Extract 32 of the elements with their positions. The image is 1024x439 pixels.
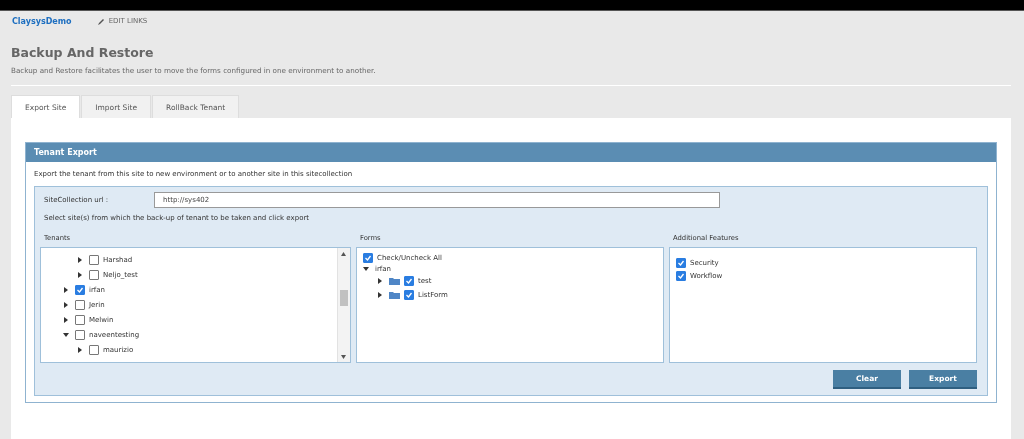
page-title: Backup And Restore [11,45,155,60]
checkbox[interactable] [363,252,373,263]
scrollbar-thumb[interactable] [340,290,348,306]
checkbox[interactable] [75,329,85,340]
collapse-arrow-icon[interactable] [63,331,69,338]
scroll-down-arrow-icon[interactable] [341,355,346,359]
checkbox[interactable] [75,314,85,325]
checkbox[interactable] [75,299,85,310]
checkbox[interactable] [404,276,414,286]
expand-arrow-icon[interactable] [77,346,83,353]
checkbox[interactable] [676,257,686,268]
pencil-icon [97,17,105,25]
checkbox[interactable] [89,269,99,280]
checkbox[interactable] [75,284,85,295]
scroll-up-arrow-icon[interactable] [341,252,346,256]
expand-arrow-icon[interactable] [377,278,383,284]
folder-icon [389,291,400,299]
expand-arrow-icon[interactable] [63,286,69,293]
site-name[interactable]: ClaysysDemo [12,16,72,26]
expand-arrow-icon[interactable] [63,301,69,308]
scrollbar-track[interactable] [337,248,350,362]
folder-icon [389,277,400,285]
expand-arrow-icon[interactable] [377,292,383,298]
checkbox[interactable] [676,270,686,281]
expand-arrow-icon[interactable] [77,256,83,263]
checkbox[interactable] [89,254,99,265]
expand-arrow-icon[interactable] [77,271,83,278]
expand-arrow-icon[interactable] [63,316,69,323]
checkbox[interactable] [89,344,99,355]
checkbox[interactable] [404,290,414,300]
collapse-arrow-icon[interactable] [363,265,369,272]
panel-title: Tenant Export [26,143,996,162]
